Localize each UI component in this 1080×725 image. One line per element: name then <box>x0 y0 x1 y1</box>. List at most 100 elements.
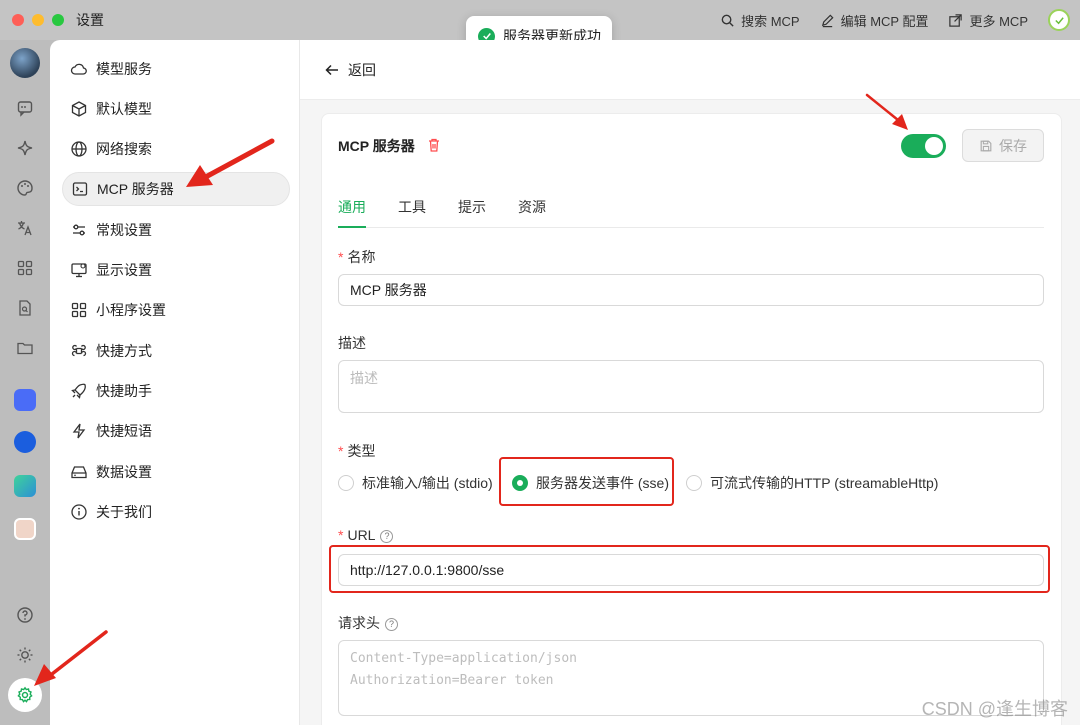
apps-grid-icon[interactable] <box>13 256 37 280</box>
help-icon[interactable] <box>13 603 37 627</box>
arrow-left-icon[interactable] <box>324 62 340 78</box>
titlebar-actions: 搜索 MCP 编辑 MCP 配置 更多 MCP <box>720 0 1070 40</box>
app-blue-bird-icon[interactable] <box>13 388 37 412</box>
rocket-icon <box>71 383 86 399</box>
app-blue-circle-icon[interactable] <box>13 430 37 454</box>
sidebar-item-label: 网络搜索 <box>96 141 152 157</box>
app-green-icon[interactable] <box>13 474 37 498</box>
sidebar-item-default-model[interactable]: 默认模型 <box>62 92 290 126</box>
minimize-window-button[interactable] <box>32 14 44 26</box>
app-avatar-icon[interactable] <box>13 517 37 541</box>
headers-placeholder-line: Authorization=Bearer token <box>350 673 554 688</box>
url-label: * URL? <box>338 527 394 543</box>
name-label: * 名称 <box>338 249 376 265</box>
enable-toggle[interactable] <box>901 134 946 158</box>
sidebar-item-miniapp-settings[interactable]: 小程序设置 <box>62 293 290 327</box>
terminal-icon <box>72 182 88 196</box>
highlight-box-url <box>329 545 1050 593</box>
command-icon <box>71 344 87 357</box>
sparkle-icon[interactable] <box>13 136 37 160</box>
info-icon <box>71 504 87 520</box>
avatar[interactable] <box>10 48 40 78</box>
back-bar: 返回 <box>300 40 1080 100</box>
back-button[interactable]: 返回 <box>348 60 376 80</box>
palette-icon[interactable] <box>13 176 37 200</box>
sidebar-item-model-service[interactable]: 模型服务 <box>62 52 290 86</box>
grid-icon <box>71 302 87 318</box>
tab-tools[interactable]: 工具 <box>398 197 426 217</box>
radio-streamable-http-label: 可流式传输的HTTP (streamableHttp) <box>710 475 939 491</box>
tab-general[interactable]: 通用 <box>338 197 366 217</box>
save-label: 保存 <box>999 137 1027 154</box>
monitor-icon <box>71 263 87 278</box>
sidebar-item-label: 数据设置 <box>96 464 152 480</box>
sidebar-item-label: 快捷方式 <box>96 343 152 359</box>
sliders-icon <box>73 224 85 236</box>
active-tab-indicator <box>338 226 366 228</box>
close-window-button[interactable] <box>12 14 24 26</box>
headers-placeholder-line: Content-Type=application/json <box>350 651 577 666</box>
radio-stdio-label: 标准输入/输出 (stdio) <box>362 475 493 491</box>
sidebar-item-data-settings[interactable]: 数据设置 <box>62 455 290 489</box>
sidebar-item-label: 小程序设置 <box>96 302 166 318</box>
name-input[interactable]: MCP 服务器 <box>338 274 1044 306</box>
sidebar-item-quick-assistant[interactable]: 快捷助手 <box>62 374 290 408</box>
sidebar-item-label: 快捷短语 <box>96 423 152 439</box>
more-mcp-button[interactable]: 更多 MCP <box>948 11 1028 30</box>
help-icon[interactable]: ? <box>385 617 398 631</box>
tab-bar: 通用 工具 提示 资源 <box>338 190 1044 228</box>
description-label: 描述 <box>338 335 366 351</box>
icon-rail <box>0 40 50 725</box>
sidebar-item-label: 常规设置 <box>96 222 152 238</box>
translate-icon[interactable] <box>13 216 37 240</box>
headers-label: 请求头? <box>338 613 398 633</box>
save-button[interactable]: 保存 <box>962 129 1044 162</box>
search-mcp-label: 搜索 MCP <box>741 13 800 29</box>
external-link-icon <box>949 13 963 27</box>
annotation-arrow-icon <box>865 93 908 130</box>
search-mcp-button[interactable]: 搜索 MCP <box>720 11 800 30</box>
save-icon <box>980 140 992 151</box>
edit-mcp-config-label: 编辑 MCP 配置 <box>840 13 929 29</box>
sidebar-item-label: 关于我们 <box>96 504 152 520</box>
tab-prompts[interactable]: 提示 <box>458 197 486 217</box>
sidebar-item-label: 默认模型 <box>96 101 152 117</box>
watermark: CSDN @逢生博客 <box>921 699 1068 719</box>
type-label: * 类型 <box>338 443 376 459</box>
sidebar-item-label: 显示设置 <box>96 262 152 278</box>
trash-icon[interactable] <box>426 137 442 153</box>
sidebar-item-display-settings[interactable]: 显示设置 <box>62 253 290 287</box>
status-check-icon[interactable] <box>1048 9 1070 31</box>
document-search-icon[interactable] <box>13 296 37 320</box>
sidebar-item-shortcuts[interactable]: 快捷方式 <box>62 334 290 368</box>
more-mcp-label: 更多 MCP <box>969 13 1028 29</box>
description-input[interactable]: 描述 <box>338 360 1044 413</box>
maximize-window-button[interactable] <box>52 14 64 26</box>
globe-icon <box>71 141 87 157</box>
chat-icon[interactable] <box>13 96 37 120</box>
radio-streamable-http[interactable]: 可流式传输的HTTP (streamableHttp) <box>686 473 938 493</box>
edit-icon <box>821 13 834 27</box>
card-title: MCP 服务器 <box>338 138 415 154</box>
help-icon[interactable]: ? <box>380 529 394 543</box>
sidebar-item-general-settings[interactable]: 常规设置 <box>62 213 290 247</box>
sidebar-item-label: MCP 服务器 <box>97 181 174 197</box>
radio-dot <box>686 475 702 491</box>
main-content: 返回 MCP 服务器 保存 通用 工具 提示 资源 * 名称 MCP 服务器 描述… <box>300 40 1080 725</box>
radio-stdio[interactable]: 标准输入/输出 (stdio) <box>338 473 493 493</box>
cloud-icon <box>70 63 87 75</box>
sidebar-item-about[interactable]: 关于我们 <box>62 495 290 529</box>
tab-resources[interactable]: 资源 <box>518 197 546 217</box>
window-title: 设置 <box>76 12 104 28</box>
sidebar-item-label: 模型服务 <box>96 61 152 77</box>
zap-icon <box>72 423 86 439</box>
edit-mcp-config-button[interactable]: 编辑 MCP 配置 <box>820 11 929 30</box>
radio-dot <box>338 475 354 491</box>
toggle-knob <box>925 137 943 155</box>
highlight-box-sse <box>499 457 674 506</box>
folder-icon[interactable] <box>13 336 37 360</box>
sidebar-item-quick-phrases[interactable]: 快捷短语 <box>62 414 290 448</box>
mcp-server-card: MCP 服务器 保存 通用 工具 提示 资源 * 名称 MCP 服务器 描述 描述… <box>321 113 1062 725</box>
sidebar-item-label: 快捷助手 <box>96 383 152 399</box>
annotation-arrow-icon <box>186 138 275 187</box>
